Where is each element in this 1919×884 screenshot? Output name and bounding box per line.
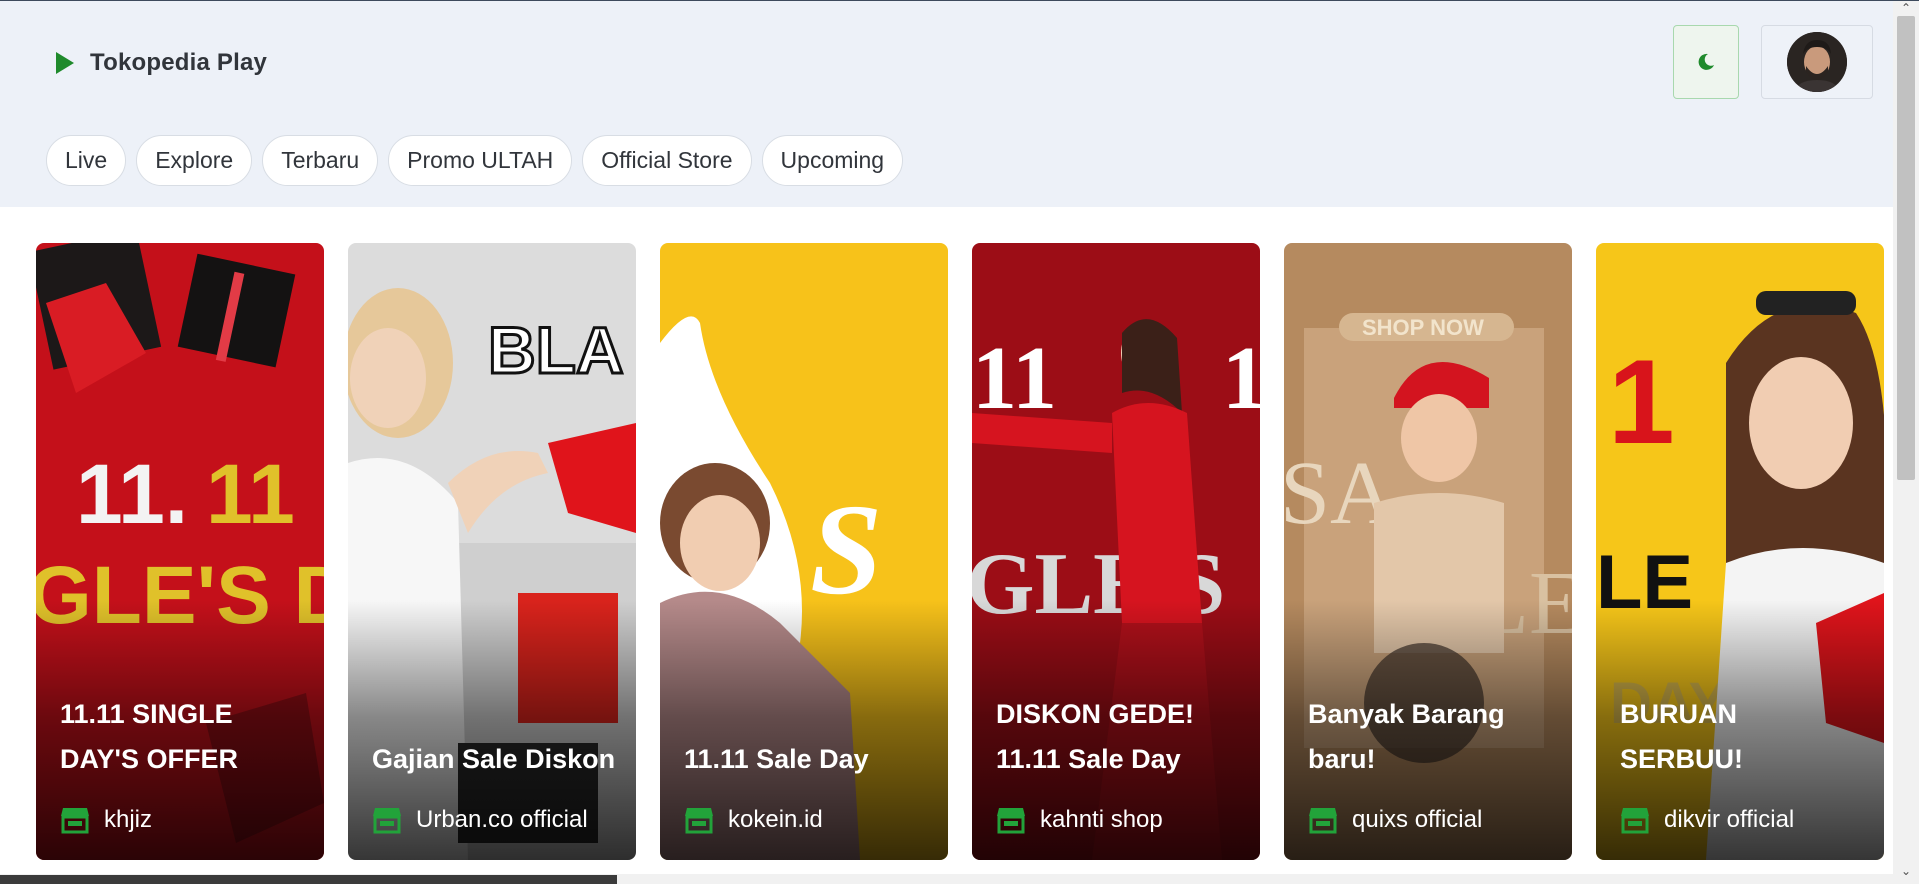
tab-official-store[interactable]: Official Store bbox=[582, 135, 752, 186]
moon-icon bbox=[1698, 53, 1714, 70]
shop-name: kahnti shop bbox=[1040, 806, 1163, 833]
svg-text:SHOP NOW: SHOP NOW bbox=[1362, 315, 1484, 340]
scroll-up-arrow-icon[interactable]: ⌃ bbox=[1898, 2, 1914, 14]
svg-text:11: 11 bbox=[972, 329, 1057, 428]
store-icon bbox=[373, 808, 401, 834]
card-title: Banyak Barang baru! bbox=[1308, 699, 1505, 774]
video-card[interactable]: 11 1 GLE'S DISKON GEDE! 11.11 Sale Day k… bbox=[972, 243, 1260, 860]
svg-text:BLA: BLA bbox=[488, 313, 624, 387]
card-shop[interactable]: dikvir official bbox=[1620, 804, 1794, 836]
video-card[interactable]: 1 LE DAY BURUAN SERBUU! dikvir official bbox=[1596, 243, 1884, 860]
tab-live[interactable]: Live bbox=[46, 135, 127, 186]
app-header: Tokopedia Play Live Explore Terbaru Prom… bbox=[0, 1, 1893, 207]
horizontal-scroll-thumb[interactable] bbox=[0, 875, 617, 884]
shop-name: dikvir official bbox=[1664, 806, 1795, 833]
video-card[interactable]: SHOP NOW SA LE Banyak Barang baru! quixs… bbox=[1284, 243, 1572, 860]
tab-terbaru[interactable]: Terbaru bbox=[262, 135, 379, 186]
store-icon bbox=[685, 808, 713, 834]
card-title: 11.11 Sale Day bbox=[684, 744, 869, 774]
tab-promo-ultah[interactable]: Promo ULTAH bbox=[388, 135, 573, 186]
svg-text:1: 1 bbox=[1222, 329, 1260, 428]
card-shop[interactable]: kahnti shop bbox=[996, 804, 1163, 836]
card-shop[interactable]: Urban.co official bbox=[372, 804, 588, 836]
video-card[interactable]: 11. 11 GLE'S D 11.11 SINGLE DAY'S OFFER … bbox=[36, 243, 324, 860]
card-shop[interactable]: khjiz bbox=[60, 804, 152, 836]
tab-explore[interactable]: Explore bbox=[136, 135, 253, 186]
play-icon bbox=[56, 52, 74, 74]
theme-toggle-button[interactable] bbox=[1673, 25, 1739, 99]
card-title: DISKON GEDE! 11.11 Sale Day bbox=[996, 699, 1195, 774]
video-card[interactable]: BLA Gajian Sale Diskon Urban.co official bbox=[348, 243, 636, 860]
category-tabs: Live Explore Terbaru Promo ULTAH Officia… bbox=[46, 135, 904, 186]
shop-name: quixs official bbox=[1352, 806, 1483, 833]
avatar bbox=[1787, 32, 1847, 92]
video-card[interactable]: S 11.11 Sale Day kokein.id bbox=[660, 243, 948, 860]
svg-text:11: 11 bbox=[206, 447, 295, 541]
shop-name: Urban.co official bbox=[416, 806, 588, 833]
card-title: 11.11 SINGLE DAY'S OFFER bbox=[60, 699, 238, 774]
profile-button[interactable] bbox=[1761, 25, 1873, 99]
svg-text:1: 1 bbox=[1608, 335, 1675, 469]
store-icon bbox=[1309, 808, 1337, 834]
shop-name: khjiz bbox=[104, 806, 153, 833]
card-shop[interactable]: quixs official bbox=[1308, 804, 1482, 836]
store-icon bbox=[61, 808, 89, 834]
card-title: BURUAN SERBUU! bbox=[1620, 699, 1744, 774]
brand-name: Tokopedia Play bbox=[90, 49, 268, 76]
tab-upcoming[interactable]: Upcoming bbox=[761, 135, 904, 186]
svg-text:11.: 11. bbox=[76, 447, 188, 541]
card-title: Gajian Sale Diskon bbox=[372, 744, 616, 774]
video-grid: 11. 11 GLE'S D 11.11 SINGLE DAY'S OFFER … bbox=[36, 243, 1886, 861]
card-shop[interactable]: kokein.id bbox=[684, 804, 823, 836]
shop-name: kokein.id bbox=[728, 806, 823, 833]
store-icon bbox=[1621, 808, 1649, 834]
vertical-scroll-thumb[interactable] bbox=[1897, 16, 1915, 480]
scroll-down-arrow-icon[interactable]: ⌄ bbox=[1898, 864, 1914, 878]
store-icon bbox=[997, 808, 1025, 834]
brand[interactable]: Tokopedia Play bbox=[56, 47, 267, 79]
